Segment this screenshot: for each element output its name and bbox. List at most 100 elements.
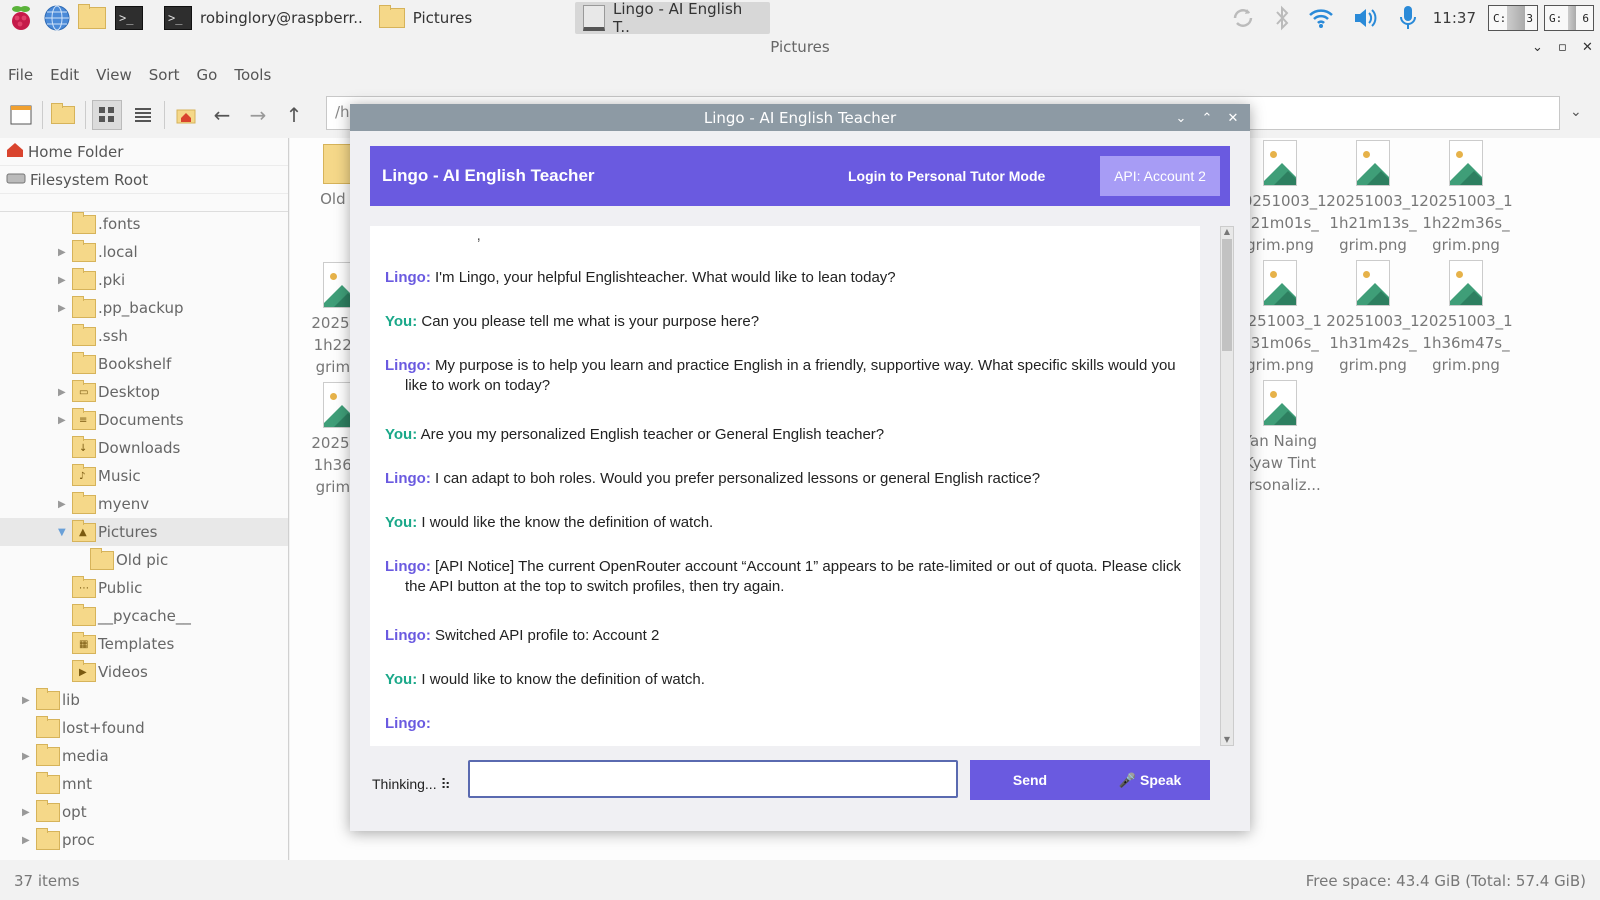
cpu-monitor[interactable]: C: 3: [1488, 5, 1538, 31]
terminal-launcher-icon[interactable]: >_: [114, 3, 144, 33]
home-icon[interactable]: [171, 100, 201, 130]
task-pictures[interactable]: Pictures: [371, 2, 480, 34]
tree-item-downloads[interactable]: ↓ Downloads: [58, 434, 180, 462]
file-item[interactable]: 20251003_1 1h31m42s_ grim.png: [1325, 260, 1421, 376]
menu-file[interactable]: File: [8, 66, 33, 84]
speak-button[interactable]: 🎤 Speak: [1090, 760, 1210, 800]
task-terminal[interactable]: >_ robinglory@raspberr..: [156, 2, 371, 34]
minimize-icon[interactable]: ⌄: [1532, 40, 1543, 55]
chevron-down-icon[interactable]: ⌄: [1570, 104, 1582, 120]
maximize-icon[interactable]: ▫: [1558, 40, 1567, 55]
new-window-icon[interactable]: [6, 100, 36, 130]
tree-item-pictures[interactable]: ▼ ▲ Pictures: [0, 518, 288, 546]
place-filesystem-root[interactable]: Filesystem Root: [0, 166, 288, 194]
file-manager-icon[interactable]: [78, 3, 108, 33]
cpu-value: 3: [1526, 11, 1533, 25]
tree-item-bookshelf[interactable]: Bookshelf: [58, 350, 171, 378]
expand-arrow-icon[interactable]: ▶: [58, 247, 72, 258]
bluetooth-icon[interactable]: [1274, 5, 1290, 31]
tree-item-music[interactable]: ♪ Music: [58, 462, 141, 490]
message-text: Are you my personalized English teacher …: [420, 426, 885, 443]
sync-icon[interactable]: [1230, 5, 1256, 31]
menu-sort[interactable]: Sort: [149, 66, 180, 84]
tree-label: mnt: [62, 775, 92, 793]
expand-arrow-icon[interactable]: ▶: [58, 415, 72, 426]
close-icon[interactable]: ✕: [1222, 107, 1244, 129]
expand-arrow-icon[interactable]: ▶: [58, 303, 72, 314]
chat-scrollbar[interactable]: ▲ ▼: [1220, 226, 1234, 746]
scroll-thumb[interactable]: [1222, 239, 1232, 351]
raspberry-menu-icon[interactable]: [6, 3, 36, 33]
gpu-monitor[interactable]: G: 6: [1544, 5, 1594, 31]
chat-message: Lingo: I can adapt to boh roles. Would y…: [385, 469, 1185, 489]
tree-item-myenv[interactable]: ▶ myenv: [58, 490, 149, 518]
expand-arrow-icon[interactable]: ▶: [22, 835, 36, 846]
close-icon[interactable]: ✕: [1582, 40, 1593, 55]
tree-label: .pki: [98, 271, 126, 289]
expand-arrow-icon[interactable]: ▶: [58, 499, 72, 510]
tree-item-pycache[interactable]: __pycache__: [58, 602, 191, 630]
tree-item-documents[interactable]: ▶ ≡ Documents: [58, 406, 184, 434]
menu-view[interactable]: View: [96, 66, 132, 84]
menu-edit[interactable]: Edit: [50, 66, 79, 84]
back-arrow-icon[interactable]: ←: [207, 100, 237, 130]
file-item[interactable]: 20251003_1 1h22m36s_ grim.png: [1418, 140, 1514, 256]
expand-arrow-icon[interactable]: ▶: [22, 695, 36, 706]
tree-item-ssh[interactable]: .ssh: [58, 322, 128, 350]
tree-item-pp-backup[interactable]: ▶ .pp_backup: [58, 294, 184, 322]
scroll-down-icon[interactable]: ▼: [1222, 735, 1232, 745]
tree-item-proc[interactable]: ▶ proc: [22, 826, 95, 854]
expand-arrow-icon[interactable]: ▶: [58, 387, 72, 398]
folder-icon: [72, 323, 96, 346]
tree-item-lib[interactable]: ▶ lib: [22, 686, 80, 714]
icon-view-icon[interactable]: [92, 100, 122, 130]
tree-item-lost-found[interactable]: lost+found: [22, 714, 145, 742]
tree-item-public[interactable]: ⋯ Public: [58, 574, 142, 602]
login-tutor-button[interactable]: Login to Personal Tutor Mode: [848, 146, 1045, 206]
tree-item-templates[interactable]: ▦ Templates: [58, 630, 174, 658]
tree-item-local[interactable]: ▶ .local: [58, 238, 138, 266]
tree-item-videos[interactable]: ▶ Videos: [58, 658, 148, 686]
minimize-icon[interactable]: ⌄: [1170, 107, 1192, 129]
list-view-icon[interactable]: [128, 100, 158, 130]
task-lingo[interactable]: Lingo - AI English T..: [575, 0, 771, 36]
tree-item-fonts[interactable]: .fonts: [58, 210, 140, 238]
send-button[interactable]: Send: [970, 760, 1090, 800]
expand-arrow-icon[interactable]: ▶: [58, 275, 72, 286]
tree-item-media[interactable]: ▶ media: [22, 742, 109, 770]
folder-icon: [36, 799, 60, 822]
chat-log[interactable]: , Lingo: I'm Lingo, your helpful English…: [370, 226, 1200, 746]
place-home-folder[interactable]: Home Folder: [0, 138, 288, 166]
expand-arrow-icon[interactable]: ▶: [22, 807, 36, 818]
tree-item-old-pic[interactable]: Old pic: [76, 546, 168, 574]
web-browser-icon[interactable]: [42, 3, 72, 33]
api-account-button[interactable]: API: Account 2: [1100, 156, 1220, 196]
maximize-icon[interactable]: ⌃: [1196, 107, 1218, 129]
menu-tools[interactable]: Tools: [234, 66, 271, 84]
collapse-arrow-icon[interactable]: ▼: [58, 527, 72, 538]
message-text: Switched API profile to: Account 2: [435, 627, 660, 644]
scroll-up-icon[interactable]: ▲: [1222, 227, 1232, 237]
lingo-titlebar[interactable]: Lingo - AI English Teacher ⌄ ⌃ ✕: [350, 104, 1250, 131]
forward-arrow-icon[interactable]: →: [243, 100, 273, 130]
menu-go[interactable]: Go: [197, 66, 218, 84]
expand-arrow-icon[interactable]: ▶: [22, 751, 36, 762]
chat-message: You: Are you my personalized English tea…: [385, 425, 1185, 445]
volume-icon[interactable]: [1352, 6, 1380, 30]
up-arrow-icon[interactable]: ↑: [279, 100, 309, 130]
message-input[interactable]: [468, 760, 958, 798]
clock[interactable]: 11:37: [1433, 9, 1476, 27]
tree-item-desktop[interactable]: ▶ ▭ Desktop: [58, 378, 160, 406]
file-item[interactable]: 20251003_1 1h21m13s_ grim.png: [1325, 140, 1421, 256]
tree-item-opt[interactable]: ▶ opt: [22, 798, 87, 826]
wifi-icon[interactable]: [1308, 7, 1334, 29]
speaker-label: Lingo:: [385, 558, 431, 575]
tree-item-mnt[interactable]: mnt: [22, 770, 92, 798]
tree-item-pki[interactable]: ▶ .pki: [58, 266, 125, 294]
music-folder-icon: ♪: [72, 463, 96, 486]
speaker-label: Lingo:: [385, 715, 431, 732]
file-item[interactable]: 20251003_1 1h36m47s_ grim.png: [1418, 260, 1514, 376]
microphone-icon[interactable]: [1398, 4, 1418, 32]
tree-label: .ssh: [98, 327, 128, 345]
new-folder-icon[interactable]: [49, 100, 79, 130]
